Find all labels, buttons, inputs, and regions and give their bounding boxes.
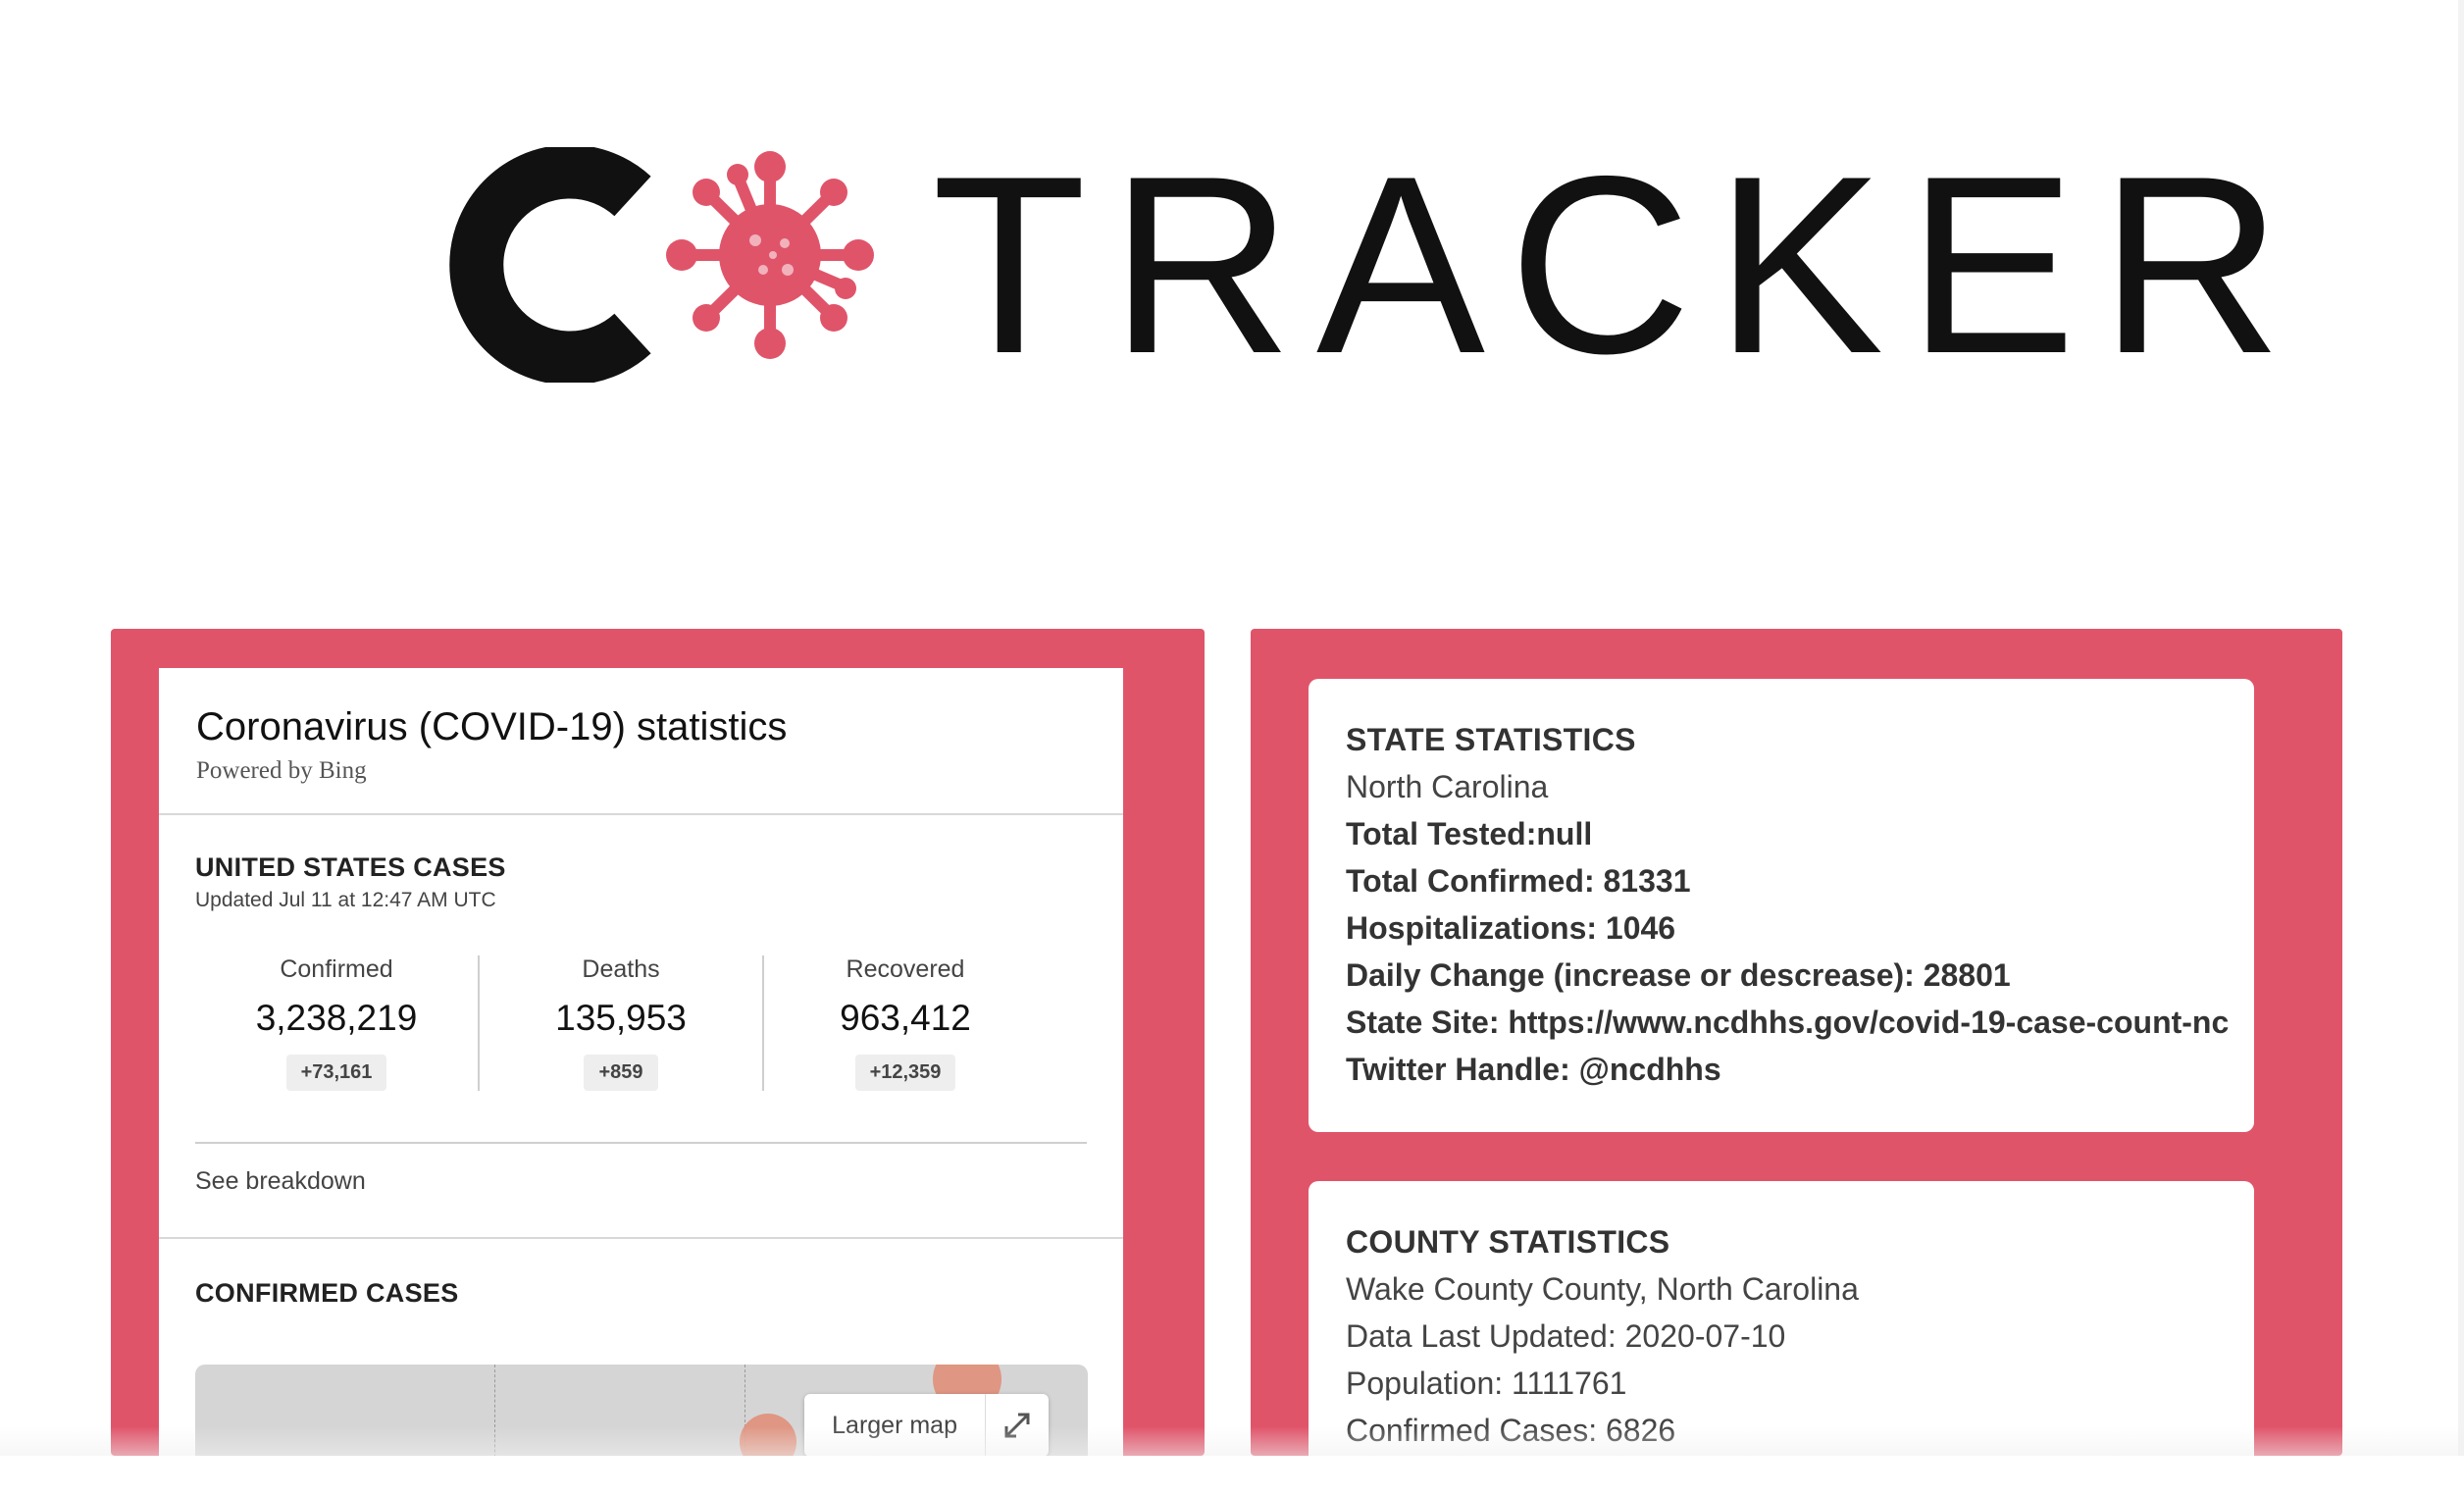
state-name: North Carolina — [1346, 769, 1549, 804]
powered-by: Powered by Bing — [196, 757, 367, 784]
widget-title[interactable]: Coronavirus (COVID-19) statistics — [196, 668, 1086, 749]
twitter-handle: Twitter Handle: @ncdhhs — [1346, 1052, 1721, 1087]
logo-text: TRACKER — [932, 123, 2306, 406]
stat-delta-badge: +12,359 — [854, 1055, 956, 1091]
data-last-updated: Data Last Updated: 2020-07-10 — [1346, 1318, 1786, 1354]
stat-delta-badge: +859 — [584, 1055, 658, 1091]
bing-panel: Coronavirus (COVID-19) statistics Powere… — [111, 629, 1205, 1456]
confirmed-cases-heading: CONFIRMED CASES — [195, 1278, 459, 1308]
bottom-fade — [0, 1426, 2464, 1456]
updated-timestamp: Updated Jul 11 at 12:47 AM UTC — [195, 889, 496, 911]
daily-change: Daily Change (increase or descrease): 28… — [1346, 957, 2011, 993]
stat-value: 3,238,219 — [255, 998, 418, 1038]
stat-label: Recovered — [846, 955, 965, 983]
us-cases-block: UNITED STATES CASES Updated Jul 11 at 12… — [159, 852, 1123, 1196]
stat-label: Deaths — [582, 955, 660, 983]
county-name: Wake County County, North Carolina — [1346, 1271, 1859, 1307]
statistics-panel: STATE STATISTICS North Carolina Total Te… — [1251, 629, 2342, 1495]
stat-confirmed: Confirmed 3,238,219 +73,161 — [195, 955, 478, 1091]
hospitalizations: Hospitalizations: 1046 — [1346, 910, 1676, 946]
widget-header: Coronavirus (COVID-19) statistics Powere… — [159, 668, 1123, 815]
logo-letter-c — [432, 144, 677, 386]
county-statistics-heading: COUNTY STATISTICS — [1346, 1224, 1670, 1260]
total-tested: Total Tested:null — [1346, 816, 1593, 851]
page-scrollbar[interactable] — [2458, 0, 2464, 1456]
stat-label: Confirmed — [280, 955, 393, 983]
state-statistics-heading: STATE STATISTICS — [1346, 722, 1636, 757]
tracker-logo: TRACKER — [432, 138, 2283, 392]
divider — [159, 1237, 1123, 1239]
divider — [195, 1142, 1087, 1144]
total-confirmed: Total Confirmed: 81331 — [1346, 863, 1691, 899]
population: Population: 1111761 — [1346, 1366, 1627, 1401]
see-breakdown-link[interactable]: See breakdown — [195, 1167, 1087, 1196]
stat-deaths: Deaths 135,953 +859 — [478, 955, 762, 1091]
state-statistics-card: STATE STATISTICS North Carolina Total Te… — [1309, 679, 2254, 1132]
virus-icon — [647, 147, 893, 373]
bing-covid-widget: Coronavirus (COVID-19) statistics Powere… — [159, 668, 1123, 1456]
stats-row: Confirmed 3,238,219 +73,161 Deaths 135,9… — [195, 955, 1087, 1091]
stat-recovered: Recovered 963,412 +12,359 — [762, 955, 1047, 1091]
stat-delta-badge: +73,161 — [285, 1055, 387, 1091]
us-cases-heading: UNITED STATES CASES — [195, 852, 506, 882]
stat-value: 135,953 — [555, 998, 687, 1038]
state-site-link[interactable]: State Site: https://www.ncdhhs.gov/covid… — [1346, 999, 2229, 1046]
stat-value: 963,412 — [840, 998, 971, 1038]
